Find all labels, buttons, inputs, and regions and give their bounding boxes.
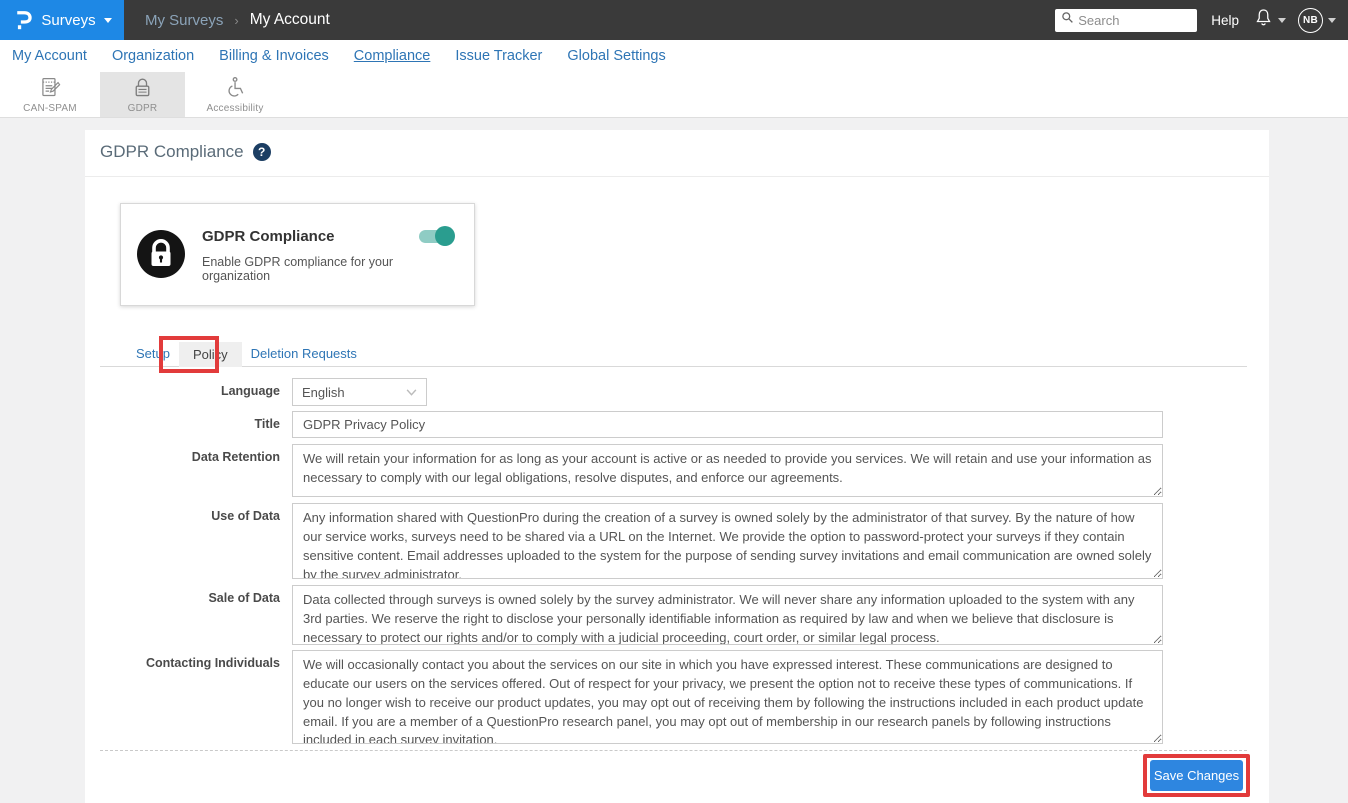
tab-can-spam[interactable]: CAN-SPAM <box>0 72 100 117</box>
contacting-individuals-label: Contacting Individuals <box>85 656 280 670</box>
page-title: GDPR Compliance <box>100 142 244 162</box>
wheelchair-icon <box>223 75 248 100</box>
breadcrumb: My Surveys › My Account <box>145 11 330 29</box>
help-link[interactable]: Help <box>1211 13 1239 28</box>
search-icon <box>1061 11 1074 29</box>
account-nav: My Account Organization Billing & Invoic… <box>0 40 1348 72</box>
language-select[interactable]: English <box>292 378 427 406</box>
language-field-wrap: English <box>292 378 1163 406</box>
lock-badge-icon <box>137 230 185 278</box>
breadcrumb-my-account: My Account <box>250 11 330 29</box>
breadcrumb-my-surveys[interactable]: My Surveys <box>145 12 223 29</box>
contacting-individuals-textarea[interactable]: We will occasionally contact you about t… <box>292 650 1163 744</box>
tab-policy[interactable]: Policy <box>179 342 242 367</box>
global-search[interactable] <box>1055 9 1197 32</box>
sale-of-data-label: Sale of Data <box>85 591 280 605</box>
padlock-icon <box>130 75 155 100</box>
nav-global-settings[interactable]: Global Settings <box>567 48 665 64</box>
chevron-down-icon <box>406 383 417 401</box>
compliance-section-tabs: CAN-SPAM GDPR Accessibility <box>0 72 1348 118</box>
gdpr-enable-card: GDPR Compliance Enable GDPR compliance f… <box>120 203 475 306</box>
data-retention-field-wrap: We will retain your information for as l… <box>292 444 1163 502</box>
save-changes-button[interactable]: Save Changes <box>1150 760 1243 791</box>
language-selected-value: English <box>302 385 345 400</box>
title-label: Title <box>85 417 280 431</box>
tab-label: Accessibility <box>206 103 263 114</box>
nav-organization[interactable]: Organization <box>112 48 194 64</box>
gdpr-toggle[interactable] <box>419 230 452 243</box>
notifications-menu[interactable] <box>1254 7 1286 33</box>
chevron-down-icon <box>1328 18 1336 23</box>
nav-compliance[interactable]: Compliance <box>354 48 431 64</box>
card-subtitle: Enable GDPR compliance for your organiza… <box>202 255 458 283</box>
chevron-down-icon <box>1278 18 1286 23</box>
tab-accessibility[interactable]: Accessibility <box>185 72 285 117</box>
gdpr-compliance-panel: GDPR Compliance ? GDPR Compliance Enable… <box>85 130 1269 803</box>
chevron-down-icon <box>104 18 112 23</box>
search-input[interactable] <box>1078 13 1191 28</box>
account-menu[interactable]: NB <box>1298 8 1336 33</box>
toggle-knob <box>435 226 455 246</box>
breadcrumb-separator: › <box>234 13 238 28</box>
tab-label: GDPR <box>128 103 158 114</box>
nav-issue-tracker[interactable]: Issue Tracker <box>455 48 542 64</box>
app-window: Surveys My Surveys › My Account Help <box>0 0 1348 803</box>
page-title-row: GDPR Compliance ? <box>100 142 271 162</box>
tab-label: CAN-SPAM <box>23 103 77 114</box>
tab-deletion-requests[interactable]: Deletion Requests <box>242 341 366 366</box>
policy-tabbar: Setup Policy Deletion Requests <box>100 343 1247 367</box>
bell-icon <box>1254 7 1273 33</box>
contacting-individuals-field-wrap: We will occasionally contact you about t… <box>292 650 1163 749</box>
data-retention-textarea[interactable]: We will retain your information for as l… <box>292 444 1163 497</box>
sale-of-data-textarea[interactable]: Data collected through surveys is owned … <box>292 585 1163 645</box>
tab-setup[interactable]: Setup <box>127 341 179 366</box>
product-label: Surveys <box>41 12 95 29</box>
help-icon[interactable]: ? <box>253 143 271 161</box>
policy-title-input[interactable] <box>292 411 1163 438</box>
use-of-data-label: Use of Data <box>85 509 280 523</box>
language-label: Language <box>85 384 280 398</box>
top-header: Surveys My Surveys › My Account Help <box>0 0 1348 40</box>
data-retention-label: Data Retention <box>85 450 280 464</box>
notepad-pencil-icon <box>38 75 63 100</box>
nav-my-account[interactable]: My Account <box>12 48 87 64</box>
form-footer-divider <box>100 750 1247 751</box>
use-of-data-field-wrap: Any information shared with QuestionPro … <box>292 503 1163 584</box>
nav-billing-invoices[interactable]: Billing & Invoices <box>219 48 329 64</box>
avatar: NB <box>1298 8 1323 33</box>
product-switcher[interactable]: Surveys <box>0 0 124 40</box>
title-field-wrap <box>292 411 1163 438</box>
tab-gdpr[interactable]: GDPR <box>100 72 185 117</box>
questionpro-logo-icon <box>12 8 33 32</box>
sale-of-data-field-wrap: Data collected through surveys is owned … <box>292 585 1163 650</box>
divider <box>85 176 1269 177</box>
use-of-data-textarea[interactable]: Any information shared with QuestionPro … <box>292 503 1163 579</box>
